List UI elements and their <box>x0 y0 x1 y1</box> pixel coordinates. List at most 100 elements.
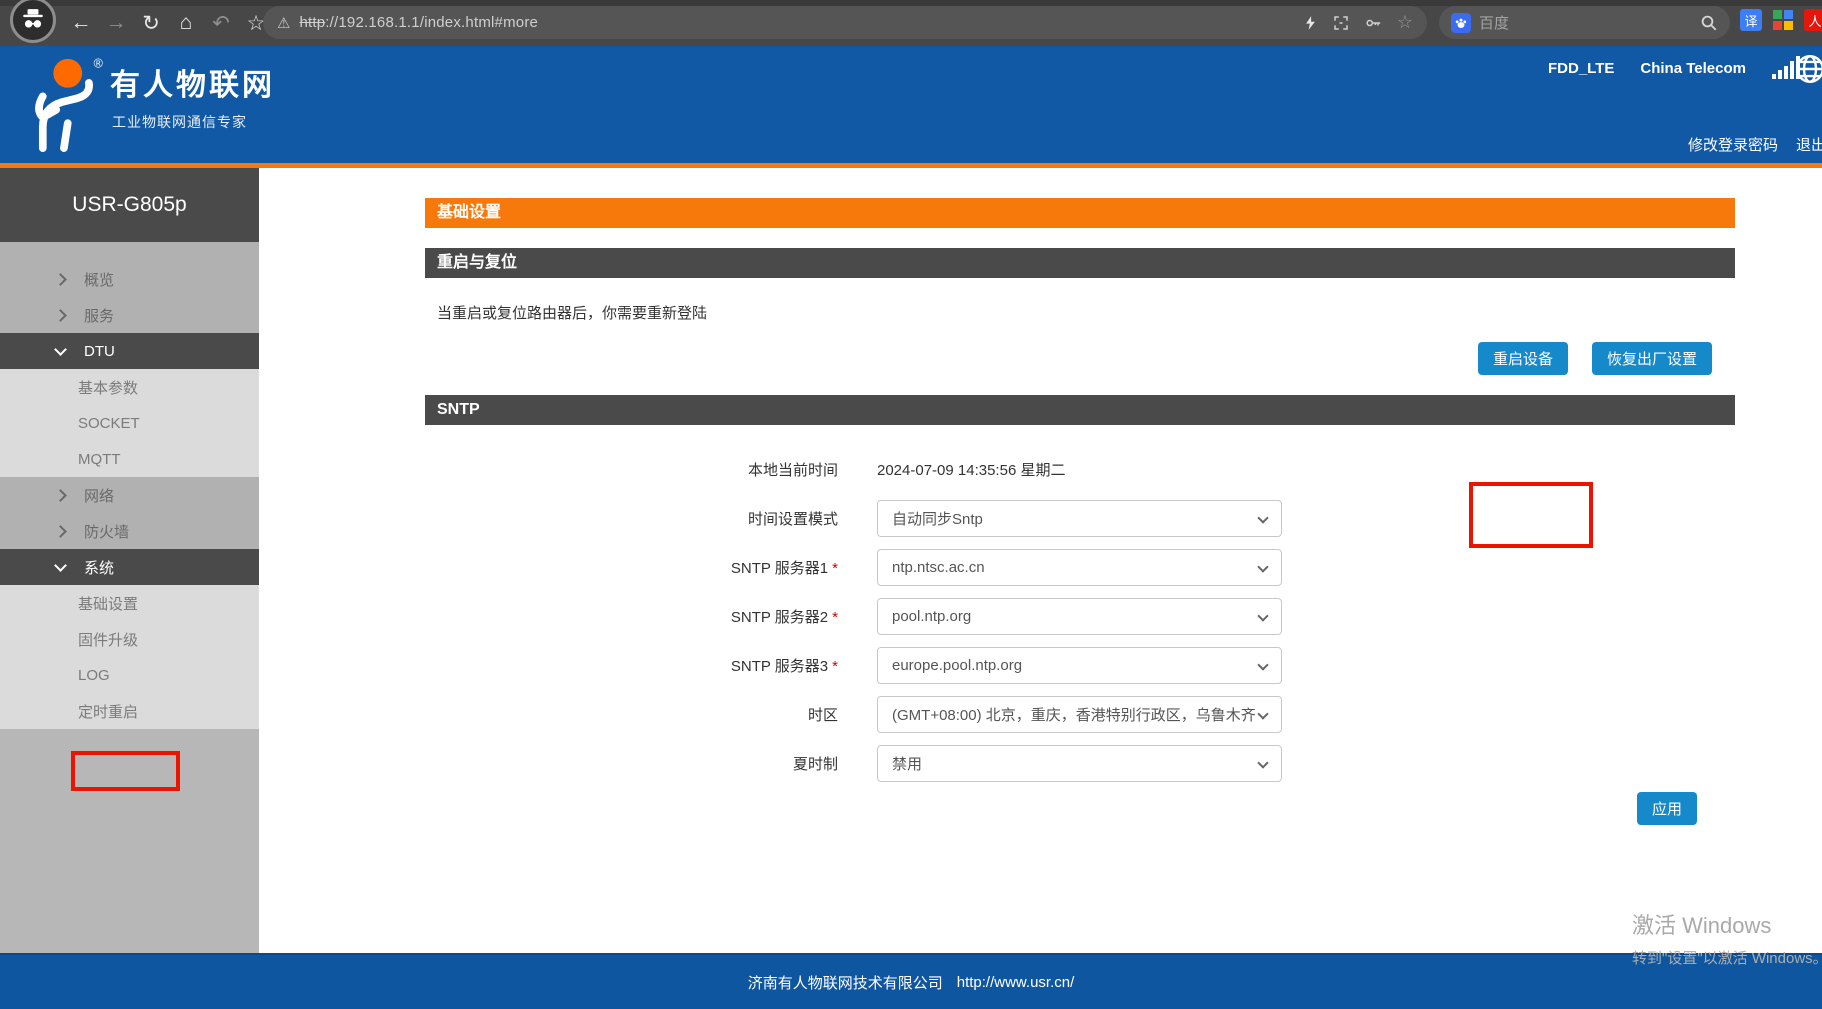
form-row-timezone: 时区(GMT+08:00) 北京，重庆，香港特别行政区，乌鲁木齐 <box>425 690 1735 739</box>
factory-reset-button[interactable]: 恢复出厂设置 <box>1592 342 1712 375</box>
sidebar-item-label: DTU <box>84 343 115 360</box>
sidebar-item-log[interactable]: LOG <box>0 657 259 693</box>
selected-value: ntp.ntsc.ac.cn <box>892 559 985 576</box>
main-panel: 基础设置 重启与复位 当重启或复位路由器后，你需要重新登陆 重启设备 恢复出厂设… <box>259 168 1822 953</box>
dst-select[interactable]: 禁用 <box>877 745 1282 782</box>
sidebar-item-label: 网络 <box>84 485 114 506</box>
undo-icon[interactable]: ↶ <box>210 11 232 36</box>
sidebar-item-firewall[interactable]: 防火墙 <box>0 513 259 549</box>
sntp-section-title: SNTP <box>425 395 1735 425</box>
field-label: SNTP 服务器3* <box>425 655 838 676</box>
menu-spacer <box>0 242 259 261</box>
selected-value: 自动同步Sntp <box>892 508 983 529</box>
footer-company: 济南有人物联网技术有限公司 <box>748 972 943 993</box>
form-row-dst: 夏时制 禁用 <box>425 739 1735 788</box>
selected-value: (GMT+08:00) 北京，重庆，香港特别行政区，乌鲁木齐 <box>892 704 1256 725</box>
form-row-sntp-server-2: SNTP 服务器2* pool.ntp.org <box>425 592 1735 641</box>
sidebar-item-mqtt[interactable]: MQTT <box>0 441 259 477</box>
sidebar-item-socket[interactable]: SOCKET <box>0 405 259 441</box>
back-icon[interactable]: ← <box>70 11 92 35</box>
sidebar-item-system[interactable]: 系统 <box>0 549 259 585</box>
acrobat-extension-icon[interactable]: 人 <box>1804 9 1822 31</box>
usr-logo: ® <box>14 54 110 159</box>
sidebar-item-label: 基础设置 <box>78 593 138 614</box>
timezone-select[interactable]: (GMT+08:00) 北京，重庆，香港特别行政区，乌鲁木齐 <box>877 696 1282 733</box>
password-key-icon[interactable] <box>1364 14 1383 32</box>
language-globe-icon[interactable] <box>1793 52 1822 91</box>
chevron-right-icon <box>54 525 67 538</box>
search-box[interactable]: 百度 <box>1439 6 1730 39</box>
sidebar-item-firmware-upgrade[interactable]: 固件升级 <box>0 621 259 657</box>
sidebar-item-scheduled-restart[interactable]: 定时重启 <box>0 693 259 729</box>
selected-value: pool.ntp.org <box>892 608 971 625</box>
baidu-paw-icon <box>1451 13 1471 33</box>
home-icon[interactable]: ⌂ <box>175 11 197 35</box>
form-row-sntp-server-3: SNTP 服务器3* europe.pool.ntp.org <box>425 641 1735 690</box>
sntp-server-1-select[interactable]: ntp.ntsc.ac.cn <box>877 549 1282 586</box>
page-title-bar: 基础设置 <box>425 198 1735 228</box>
sidebar-item-label: 定时重启 <box>78 701 138 722</box>
screenshot-icon[interactable] <box>1332 14 1350 32</box>
sidebar-item-service[interactable]: 服务 <box>0 297 259 333</box>
sidebar-item-label: SOCKET <box>78 415 140 432</box>
sidebar-item-overview[interactable]: 概览 <box>0 261 259 297</box>
logout-link[interactable]: 退出 <box>1796 134 1822 155</box>
chevron-right-icon <box>54 273 67 286</box>
field-label: SNTP 服务器2* <box>425 606 838 627</box>
field-label: 夏时制 <box>425 753 838 774</box>
chevron-down-icon <box>1257 610 1268 621</box>
sidebar-item-network[interactable]: 网络 <box>0 477 259 513</box>
form-row-sntp-server-1: SNTP 服务器1* ntp.ntsc.ac.cn <box>425 543 1735 592</box>
change-password-link[interactable]: 修改登录密码 <box>1688 134 1778 155</box>
search-magnifier-icon[interactable] <box>1700 14 1718 32</box>
search-placeholder[interactable]: 百度 <box>1479 12 1509 33</box>
sntp-server-3-select[interactable]: europe.pool.ntp.org <box>877 647 1282 684</box>
bookmark-page-icon[interactable]: ☆ <box>1397 12 1413 33</box>
form-row-time-mode: 时间设置模式 自动同步Sntp <box>425 494 1735 543</box>
chevron-down-icon <box>1257 512 1268 523</box>
sidebar-item-label: 固件升级 <box>78 629 138 650</box>
brand-title: 有人物联网 <box>110 60 275 104</box>
header-accent-line <box>0 163 1822 168</box>
sidebar-item-label: LOG <box>78 667 110 684</box>
browser-toolbar: ← → ↻ ⌂ ↶ ☆ ⚠ http://192.168.1.1/index.h… <box>0 0 1822 46</box>
sidebar-item-label: 系统 <box>84 557 114 578</box>
sidebar-menu: 概览服务 DTU 基本参数 SOCKET MQTT 网络防火墙系统基础设置固件升级 LOG 定… <box>0 261 259 729</box>
sidebar-item-label: 服务 <box>84 305 114 326</box>
sntp-server-2-select[interactable]: pool.ntp.org <box>877 598 1282 635</box>
chevron-down-icon <box>1257 659 1268 670</box>
selected-value: 禁用 <box>892 753 922 774</box>
sidebar-item-basic-params[interactable]: 基本参数 <box>0 369 259 405</box>
footer-website-link[interactable]: http://www.usr.cn/ <box>957 974 1075 991</box>
required-asterisk: * <box>832 658 838 675</box>
not-secure-warning-icon[interactable]: ⚠ <box>277 14 290 32</box>
form-row-local-time: 本地当前时间2024-07-09 14:35:56 星期二 <box>425 445 1735 494</box>
sidebar-item-dtu[interactable]: DTU <box>0 333 259 369</box>
chevron-down-icon <box>54 343 67 356</box>
network-type: FDD_LTE <box>1548 60 1614 77</box>
forward-icon[interactable]: → <box>105 11 127 35</box>
sidebar-item-basic-settings[interactable]: 基础设置 <box>0 585 259 621</box>
app-header: ® 有人物联网 工业物联网通信专家 FDD_LTE China Telecom … <box>0 46 1822 163</box>
required-asterisk: * <box>832 609 838 626</box>
restart-device-button[interactable]: 重启设备 <box>1478 342 1568 375</box>
field-label: 时间设置模式 <box>425 508 838 529</box>
chevron-down-icon <box>1257 561 1268 572</box>
translate-extension-icon[interactable]: 译 <box>1740 9 1762 31</box>
extensions-grid-icon[interactable] <box>1773 10 1793 30</box>
chevron-down-icon <box>1257 757 1268 768</box>
url-text[interactable]: http://192.168.1.1/index.html#more <box>299 14 538 31</box>
time-mode-select[interactable]: 自动同步Sntp <box>877 500 1282 537</box>
flash-icon[interactable] <box>1303 14 1318 32</box>
chevron-down-icon <box>1257 708 1268 719</box>
brand-subtitle: 工业物联网通信专家 <box>112 112 247 132</box>
restart-section-title: 重启与复位 <box>425 248 1735 278</box>
page-footer: 济南有人物联网技术有限公司 http://www.usr.cn/ <box>0 953 1822 1009</box>
address-bar[interactable]: ⚠ http://192.168.1.1/index.html#more ☆ <box>263 6 1427 39</box>
field-label: SNTP 服务器1* <box>425 557 838 578</box>
apply-button[interactable]: 应用 <box>1637 792 1697 825</box>
sidebar-item-label: 基本参数 <box>78 377 138 398</box>
field-label: 本地当前时间 <box>425 459 838 480</box>
required-asterisk: * <box>832 560 838 577</box>
reload-icon[interactable]: ↻ <box>140 11 162 36</box>
